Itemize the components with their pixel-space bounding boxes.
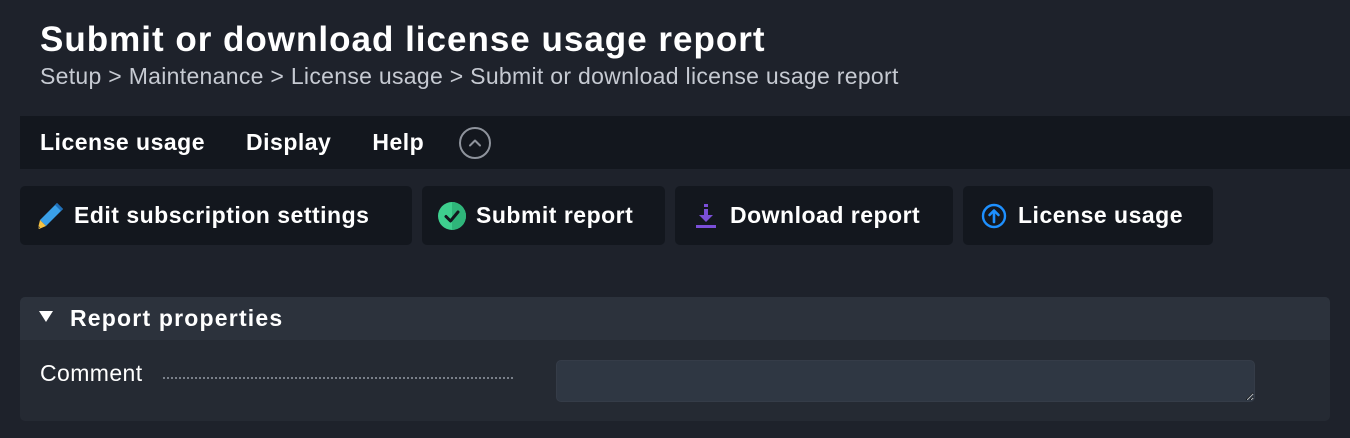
- arrow-up-circle-icon: [978, 200, 1010, 232]
- submit-report-button[interactable]: Submit report: [422, 186, 665, 245]
- edit-subscription-settings-button[interactable]: Edit subscription settings: [20, 186, 412, 245]
- edit-subscription-settings-label: Edit subscription settings: [74, 202, 370, 228]
- download-report-label: Download report: [730, 202, 921, 228]
- page: Submit or download license usage report …: [0, 0, 1350, 438]
- panel-title: Report properties: [70, 305, 284, 331]
- page-title: Submit or download license usage report: [40, 20, 766, 59]
- dotted-leader: [163, 377, 513, 379]
- report-properties-panel: Report properties Comment: [20, 297, 1330, 421]
- menu-display[interactable]: Display: [246, 129, 331, 156]
- comment-row: Comment: [20, 340, 1330, 421]
- panel-header[interactable]: Report properties: [20, 297, 1330, 340]
- menu-license-usage[interactable]: License usage: [40, 129, 205, 156]
- license-usage-label: License usage: [1018, 202, 1184, 228]
- comment-textarea[interactable]: [556, 360, 1255, 402]
- menu-bar: License usage Display Help: [20, 116, 1350, 169]
- menu-help[interactable]: Help: [372, 129, 424, 156]
- download-report-button[interactable]: Download report: [675, 186, 953, 245]
- pencil-icon: [34, 200, 66, 232]
- comment-label: Comment: [40, 360, 143, 386]
- triangle-down-icon: [38, 309, 54, 328]
- license-usage-button[interactable]: License usage: [963, 186, 1213, 245]
- chevron-up-icon[interactable]: [459, 126, 492, 159]
- check-circle-icon: [436, 200, 468, 232]
- breadcrumb[interactable]: Setup > Maintenance > License usage > Su…: [40, 63, 899, 90]
- download-icon: [690, 200, 722, 232]
- submit-report-label: Submit report: [476, 202, 634, 228]
